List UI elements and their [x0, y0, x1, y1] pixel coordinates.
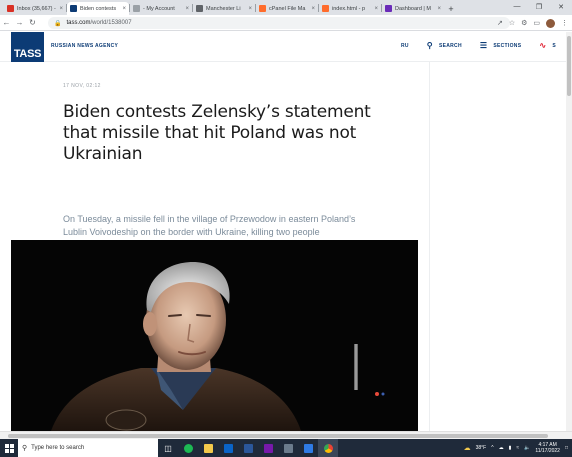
agency-tagline: RUSSIAN NEWS AGENCY	[51, 43, 119, 49]
article-lead: On Tuesday, a missile fell in the villag…	[63, 214, 356, 237]
article-date: 17 NOV, 02:12	[63, 83, 101, 89]
windows-start-icon[interactable]	[0, 439, 18, 457]
maximize-icon[interactable]: ❐	[528, 0, 550, 13]
new-tab-icon[interactable]: +	[444, 2, 458, 15]
app-icon[interactable]	[278, 439, 298, 457]
back-icon[interactable]: ←	[0, 16, 13, 29]
notifications-icon[interactable]: □	[565, 445, 568, 451]
system-tray: ☁ 38°F ^ ☁ ▮ ≈ 🔈 4:17 AM 11/17/2022 □	[464, 439, 568, 457]
outlook-icon[interactable]	[218, 439, 238, 457]
bookmark-star-icon[interactable]: ☆	[509, 19, 515, 27]
web-page: TASS RUSSIAN NEWS AGENCY RU ⚲ SEARCH ☰ S…	[0, 32, 572, 431]
tab-label: - My Account	[143, 5, 175, 12]
onenote-icon[interactable]	[258, 439, 278, 457]
live-pulse-icon[interactable]: ∿	[539, 41, 546, 50]
todo-icon[interactable]	[298, 439, 318, 457]
tab-favicon-icon	[7, 5, 14, 12]
article-headline: Biden contests Zelensky’s statement that…	[63, 102, 371, 164]
tab-label: index.html - p	[332, 5, 366, 12]
share-icon[interactable]: ↗	[497, 19, 503, 27]
browser-tab-strip: Inbox (35,667) - × Biden contests × - My Acc…	[0, 0, 572, 15]
address-bar[interactable]: 🔒 tass.com/world/1538007	[48, 17, 510, 29]
browser-toolbar: ← → ↻ 🔒 tass.com/world/1538007 ↗ ☆ ⚙ ▭ ⋮	[0, 15, 572, 31]
photo-illustration	[11, 240, 418, 431]
battery-icon[interactable]: ▮	[509, 445, 512, 451]
windows-taskbar: ⚲ Type here to search ◫ ☁ 38°F ^ ☁ ▮ ≈ 🔈…	[0, 439, 572, 457]
tab-label: Manchester Li	[206, 5, 241, 12]
search-link[interactable]: SEARCH	[439, 43, 462, 49]
tab-favicon-icon	[70, 5, 77, 12]
column-divider	[429, 62, 430, 431]
article-photo	[11, 240, 418, 431]
tab-favicon-icon	[322, 5, 329, 12]
reload-icon[interactable]: ↻	[26, 16, 39, 29]
sidebar-icon[interactable]: ▭	[533, 19, 540, 27]
menu-kebab-icon[interactable]: ⋮	[561, 19, 568, 27]
file-explorer-icon[interactable]	[198, 439, 218, 457]
tab-favicon-icon	[385, 5, 392, 12]
temperature[interactable]: 38°F	[476, 445, 487, 451]
tab-close-icon[interactable]: ×	[374, 6, 378, 12]
browser-tab[interactable]: - My Account ×	[130, 2, 192, 15]
live-link[interactable]: S	[552, 43, 556, 49]
tab-label: cPanel File Ma	[269, 5, 306, 12]
tab-close-icon[interactable]: ×	[59, 6, 63, 12]
chrome-icon[interactable]	[318, 439, 338, 457]
tab-close-icon[interactable]: ×	[311, 6, 315, 12]
tass-logo[interactable]: TASS	[11, 32, 44, 62]
task-view-icon[interactable]: ◫	[158, 439, 178, 457]
hamburger-icon[interactable]: ☰	[480, 41, 487, 50]
toolbar-icons: ↗ ☆ ⚙ ▭ ⋮	[497, 15, 568, 31]
wifi-icon[interactable]: ≈	[516, 445, 519, 451]
browser-tab[interactable]: Dashboard | M ×	[382, 2, 444, 15]
tab-label: Dashboard | M	[395, 5, 431, 12]
lock-icon: 🔒	[54, 20, 62, 27]
taskbar-search-placeholder: Type here to search	[31, 445, 85, 451]
browser-tab[interactable]: cPanel File Ma ×	[256, 2, 318, 15]
url-text: tass.com/world/1538007	[66, 20, 131, 26]
minimize-icon[interactable]: —	[506, 0, 528, 13]
clock-date: 11/17/2022	[535, 448, 560, 454]
tab-close-icon[interactable]: ×	[185, 6, 189, 12]
horizontal-scrollbar[interactable]	[0, 431, 572, 439]
spotify-icon[interactable]	[178, 439, 198, 457]
search-icon[interactable]: ⚲	[427, 41, 433, 50]
browser-tab[interactable]: Biden contests ×	[67, 2, 129, 15]
tab-label: Inbox (35,667) -	[17, 5, 56, 12]
url-path: /world/1538007	[90, 20, 132, 26]
taskbar-search-box[interactable]: ⚲ Type here to search	[18, 439, 158, 457]
volume-icon[interactable]: 🔈	[524, 445, 530, 451]
browser-tab[interactable]: index.html - p ×	[319, 2, 381, 15]
extensions-icon[interactable]: ⚙	[521, 19, 527, 27]
taskbar-clock[interactable]: 4:17 AM 11/17/2022	[535, 442, 560, 454]
browser-tab[interactable]: Manchester Li ×	[193, 2, 255, 15]
url-domain: tass.com	[66, 20, 91, 26]
tab-favicon-icon	[196, 5, 203, 12]
tab-close-icon[interactable]: ×	[248, 6, 252, 12]
sections-link[interactable]: SECTIONS	[493, 43, 521, 49]
tab-close-icon[interactable]: ×	[437, 6, 441, 12]
header-nav: RU ⚲ SEARCH ☰ SECTIONS ∿ S	[401, 41, 556, 50]
page-scrollbar-thumb[interactable]	[567, 36, 571, 96]
horizontal-scrollbar-thumb[interactable]	[8, 434, 548, 438]
site-header: TASS RUSSIAN NEWS AGENCY RU ⚲ SEARCH ☰ S…	[0, 32, 566, 62]
forward-icon[interactable]: →	[13, 16, 26, 29]
browser-tab[interactable]: Inbox (35,667) - ×	[4, 2, 66, 15]
profile-avatar[interactable]	[546, 18, 555, 28]
tab-favicon-icon	[259, 5, 266, 12]
weather-icon[interactable]: ☁	[464, 444, 471, 452]
windows-logo-icon	[4, 443, 14, 453]
language-switch[interactable]: RU	[401, 43, 409, 49]
tab-close-icon[interactable]: ×	[122, 6, 126, 12]
tab-favicon-icon	[133, 5, 140, 12]
close-window-icon[interactable]: ✕	[550, 0, 572, 13]
onedrive-icon[interactable]: ☁	[499, 445, 504, 451]
word-icon[interactable]	[238, 439, 258, 457]
search-icon: ⚲	[22, 445, 28, 452]
tab-label: Biden contests	[80, 5, 117, 12]
tray-chevron-icon[interactable]: ^	[491, 445, 493, 451]
screen: Inbox (35,667) - × Biden contests × - My Acc…	[0, 0, 572, 457]
